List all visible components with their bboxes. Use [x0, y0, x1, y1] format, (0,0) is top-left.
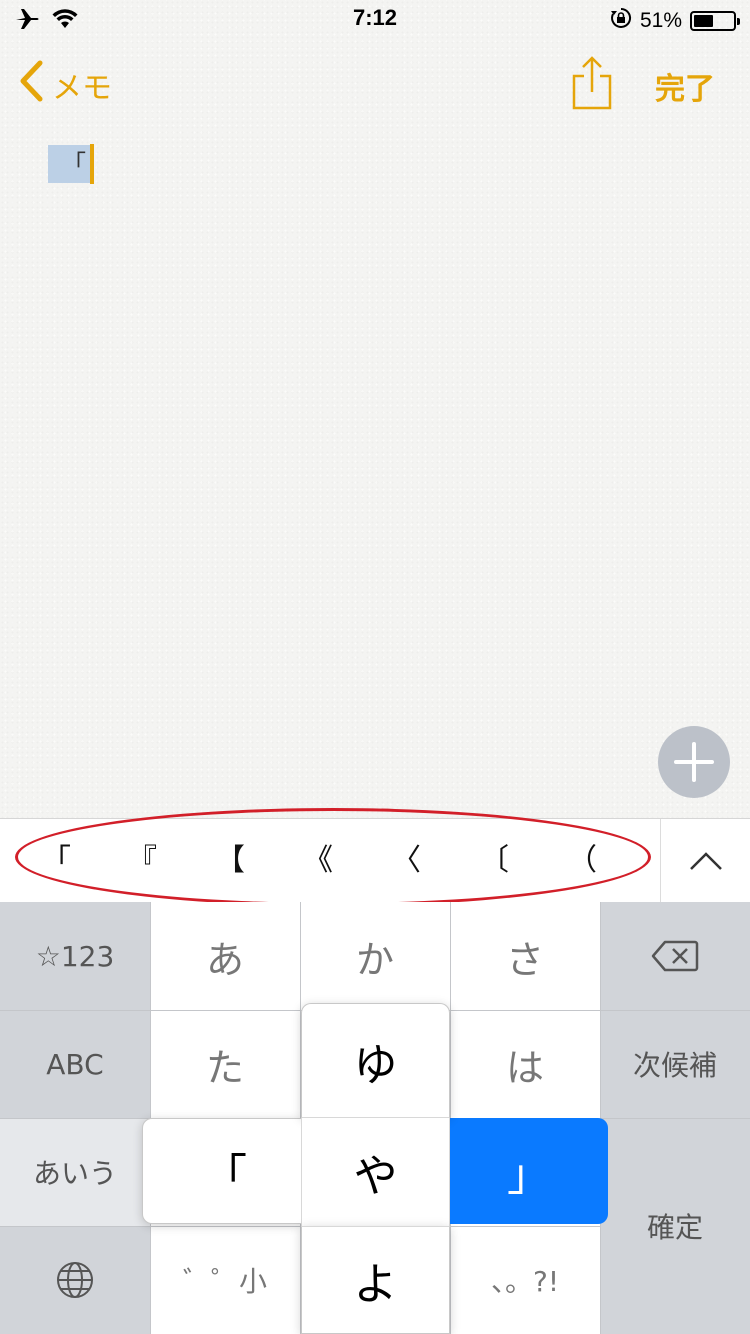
numbers-key[interactable]: ☆123: [0, 902, 150, 1010]
status-bar: 7:12 51%: [0, 0, 750, 40]
chevron-left-icon: [18, 60, 44, 110]
candidate-item[interactable]: 《: [288, 819, 348, 903]
plus-icon: [674, 742, 714, 782]
add-attachment-button[interactable]: [658, 726, 730, 798]
candidate-item[interactable]: 【: [200, 819, 260, 903]
candidate-item[interactable]: （: [552, 819, 612, 903]
expand-candidates-button[interactable]: [662, 819, 750, 903]
next-candidate-key[interactable]: 次候補: [600, 1010, 750, 1118]
key-divider: [0, 1226, 600, 1227]
flick-right-option[interactable]: 」: [450, 1118, 608, 1224]
key-divider: [600, 1118, 750, 1119]
delete-key[interactable]: [600, 902, 750, 1010]
back-label: メモ: [52, 71, 112, 106]
globe-icon: [57, 1262, 93, 1298]
globe-key[interactable]: [0, 1226, 150, 1334]
candidate-item[interactable]: 〈: [376, 819, 436, 903]
nav-bar: メモ 完了: [0, 40, 750, 128]
punctuation-key[interactable]: 、。?!: [450, 1226, 600, 1334]
rotation-lock-icon: [610, 7, 632, 35]
flick-left-option[interactable]: 「: [142, 1118, 308, 1224]
kana-key[interactable]: あいう: [0, 1118, 150, 1226]
chevron-up-icon: [690, 852, 722, 870]
key-ha[interactable]: は: [450, 1010, 600, 1118]
candidate-divider: [660, 819, 661, 903]
share-button[interactable]: [570, 54, 614, 116]
candidate-bar: 「 『 【 《 〈 〔 （: [0, 818, 750, 903]
candidate-item[interactable]: 〔: [464, 819, 524, 903]
flick-down-option[interactable]: よ: [301, 1226, 450, 1334]
text-caret: [90, 144, 94, 184]
share-icon: [570, 56, 614, 116]
done-button[interactable]: 完了: [655, 64, 715, 108]
dakuten-key[interactable]: ゛゜小: [150, 1226, 300, 1334]
key-sa[interactable]: さ: [450, 902, 600, 1010]
key-ta[interactable]: た: [150, 1010, 300, 1118]
selected-text: 「: [48, 145, 90, 183]
key-divider: [0, 1010, 600, 1011]
status-right: 51%: [610, 6, 740, 36]
flick-center-option[interactable]: や: [301, 1118, 450, 1226]
flick-up-option[interactable]: ゆ: [301, 1003, 450, 1118]
key-a[interactable]: あ: [150, 902, 300, 1010]
back-button[interactable]: メモ: [18, 60, 112, 110]
delete-icon: [651, 940, 699, 972]
note-text-area[interactable]: 「: [48, 144, 94, 184]
battery-fill: [694, 15, 713, 27]
battery-icon: [690, 11, 740, 31]
abc-key[interactable]: ABC: [0, 1010, 150, 1118]
battery-percent: 51%: [639, 9, 682, 32]
key-ka[interactable]: か: [300, 902, 450, 1010]
confirm-key[interactable]: 確定: [600, 1118, 750, 1334]
key-divider: [600, 1010, 750, 1011]
candidate-item[interactable]: 「: [26, 819, 86, 903]
candidate-item[interactable]: 『: [112, 819, 172, 903]
